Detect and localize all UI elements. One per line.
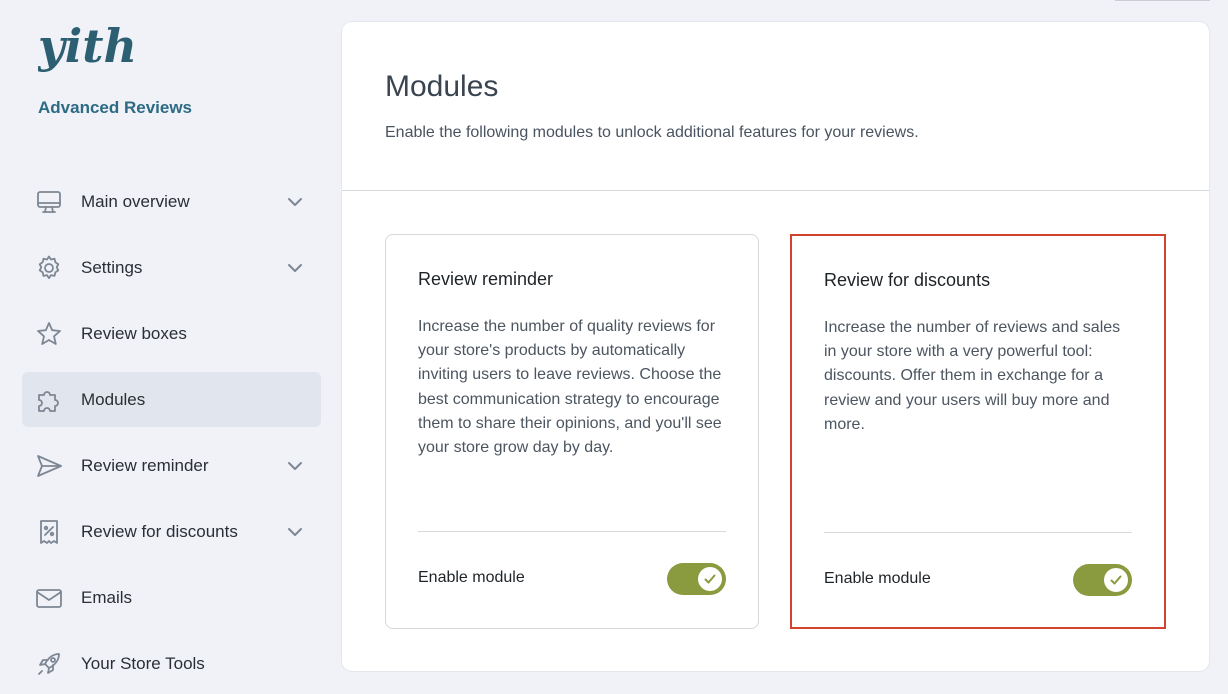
enable-module-toggle[interactable] [667,563,726,595]
monitor-icon [34,187,64,217]
module-description: Increase the number of quality reviews f… [418,318,722,457]
sidebar-item-label: Emails [81,587,133,607]
sidebar-item-label: Review boxes [81,323,187,343]
plugin-name: Advanced Reviews [38,98,193,117]
discount-receipt-icon [34,517,64,547]
chevron-down-icon[interactable] [285,456,305,476]
page-title: Modules [385,70,499,103]
envelope-icon [34,583,64,613]
module-card-review-for-discounts: Review for discounts Increase the number… [790,234,1166,629]
checkmark-icon [1104,568,1128,592]
rocket-icon [34,649,64,679]
module-card-review-reminder: Review reminder Increase the number of q… [385,234,759,629]
module-title: Review for discounts [824,270,991,290]
star-icon [34,319,64,349]
puzzle-icon [34,385,64,415]
enable-module-label: Enable module [418,569,525,586]
sidebar-item-emails[interactable]: Emails [22,570,321,625]
page-description: Enable the following modules to unlock a… [385,124,919,141]
sidebar-item-label: Modules [81,389,146,409]
modules-panel: Modules Enable the following modules to … [342,22,1209,671]
yith-logo: yith [38,18,138,84]
sidebar-item-your-store-tools[interactable]: Your Store Tools [22,636,321,691]
sidebar-item-settings[interactable]: Settings [22,240,321,295]
sidebar-item-label: Settings [81,257,143,277]
top-edge-fragment [1115,0,1210,1]
gear-icon [34,253,64,283]
checkmark-icon [698,567,722,591]
sidebar-item-review-for-discounts[interactable]: Review for discounts [22,504,321,559]
sidebar: yith Advanced Reviews Main overview Sett… [0,0,342,694]
chevron-down-icon[interactable] [285,258,305,278]
chevron-down-icon[interactable] [285,522,305,542]
sidebar-item-label: Your Store Tools [81,653,205,673]
paper-plane-icon [34,451,64,481]
enable-module-toggle[interactable] [1073,564,1132,596]
sidebar-item-label: Review reminder [81,455,209,475]
sidebar-item-modules[interactable]: Modules [22,372,321,427]
divider [824,532,1132,533]
module-title: Review reminder [418,269,554,289]
sidebar-nav: Main overview Settings Review boxes Modu… [22,174,321,694]
svg-text:yith: yith [38,19,137,73]
sidebar-item-label: Review for discounts [81,521,238,541]
module-description: Increase the number of reviews and sales… [824,319,1121,433]
sidebar-item-review-reminder[interactable]: Review reminder [22,438,321,493]
sidebar-item-main-overview[interactable]: Main overview [22,174,321,229]
enable-module-label: Enable module [824,570,931,587]
divider [342,190,1209,191]
divider [418,531,726,532]
sidebar-item-review-boxes[interactable]: Review boxes [22,306,321,361]
chevron-down-icon[interactable] [285,192,305,212]
sidebar-item-label: Main overview [81,191,190,211]
